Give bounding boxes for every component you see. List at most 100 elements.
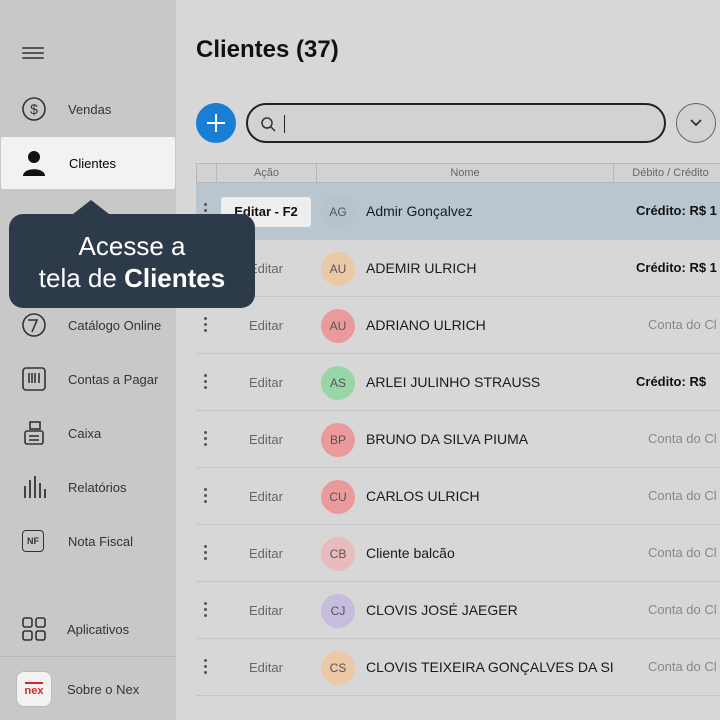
client-balance: Conta do Cl — [648, 602, 717, 617]
client-balance: Conta do Cl — [648, 488, 717, 503]
sidebar-item-label: Contas a Pagar — [68, 371, 159, 387]
sidebar-item-sobre[interactable]: nex Sobre o Nex — [0, 662, 176, 716]
edit-button[interactable]: Editar — [221, 539, 311, 569]
client-name: Cliente balcão — [366, 545, 455, 561]
edit-button[interactable]: Editar — [221, 653, 311, 683]
apps-grid-icon — [20, 615, 48, 643]
nex-logo: nex — [16, 671, 52, 707]
header-spacer — [197, 164, 217, 182]
table-row[interactable]: Editar - F2 AG Admir Gonçalvez Crédito: R$ … — [196, 183, 720, 240]
table-row[interactable]: Editar AU ADRIANO ULRICH Conta do Cl — [196, 297, 720, 354]
person-icon — [20, 149, 48, 177]
sidebar-item-relatorios[interactable]: Relatórios — [0, 460, 176, 514]
onboarding-tooltip: Acesse a tela de Clientes — [9, 200, 255, 308]
sidebar-divider — [0, 656, 176, 657]
edit-button[interactable]: Editar — [221, 311, 311, 341]
client-name: ADRIANO ULRICH — [366, 317, 486, 333]
client-balance: Crédito: R$ 1 — [636, 260, 717, 275]
edit-button[interactable]: Editar — [221, 368, 311, 398]
search-box[interactable] — [246, 103, 666, 143]
catalog-icon — [20, 311, 48, 339]
client-balance: Conta do Cl — [648, 431, 717, 446]
client-balance: Conta do Cl — [648, 317, 717, 332]
tooltip-line2-bold: Clientes — [124, 263, 226, 293]
table-row[interactable]: Editar AU ADEMIR ULRICH Crédito: R$ 1 — [196, 240, 720, 297]
sidebar-item-label: Vendas — [68, 101, 112, 117]
client-name: CLOVIS JOSÉ JAEGER — [366, 602, 518, 618]
client-balance: Crédito: R$ — [636, 374, 707, 389]
more-options-icon[interactable] — [204, 602, 208, 620]
sidebar-item-clientes[interactable]: Clientes — [1, 137, 175, 189]
table-row[interactable]: Editar CJ CLOVIS JOSÉ JAEGER Conta do Cl — [196, 582, 720, 639]
header-nome[interactable]: Nome — [317, 164, 614, 182]
table-row[interactable]: Editar AS ARLEI JULINHO STRAUSS Crédito: R$ — [196, 354, 720, 411]
dollar-circle-icon: $ — [20, 95, 48, 123]
avatar: AS — [321, 366, 355, 400]
avatar: CB — [321, 537, 355, 571]
avatar: CU — [321, 480, 355, 514]
client-name: BRUNO DA SILVA PIUMA — [366, 431, 529, 447]
add-client-button[interactable] — [196, 103, 236, 143]
avatar: AU — [321, 309, 355, 343]
more-options-icon[interactable] — [204, 488, 208, 506]
header-acao: Ação — [217, 164, 317, 182]
table-header: Ação Nome Débito / Crédito — [196, 163, 720, 183]
nf-icon-text: NF — [27, 536, 39, 546]
bar-chart-icon — [20, 473, 48, 501]
client-name: CLOVIS TEIXEIRA GONÇALVES DA SILVA — [366, 659, 614, 675]
tooltip-line2-prefix: tela de — [38, 263, 125, 293]
header-debito[interactable]: Débito / Crédito — [614, 164, 720, 182]
avatar: AG — [321, 195, 355, 229]
sidebar-item-vendas[interactable]: $ Vendas — [0, 82, 176, 136]
cash-register-icon — [20, 419, 48, 447]
edit-button[interactable]: Editar — [221, 425, 311, 455]
client-name: CARLOS ULRICH — [366, 488, 480, 504]
sidebar-item-label: Aplicativos — [67, 621, 130, 637]
tooltip-line1: Acesse a — [78, 231, 186, 261]
avatar: BP — [321, 423, 355, 457]
sidebar-item-label: Caixa — [68, 425, 102, 441]
search-input[interactable] — [288, 111, 648, 135]
sidebar: $ Vendas Clientes Catálogo Online Contas… — [0, 0, 176, 720]
sidebar-item-aplicativos[interactable]: Aplicativos — [0, 602, 176, 656]
table-row[interactable]: Editar CB Cliente balcão Conta do Cl — [196, 525, 720, 582]
sidebar-item-label: Clientes — [69, 155, 116, 171]
avatar: CJ — [321, 594, 355, 628]
table-row[interactable]: Editar CU CARLOS ULRICH Conta do Cl — [196, 468, 720, 525]
sidebar-item-caixa[interactable]: Caixa — [0, 406, 176, 460]
table-row[interactable]: Editar CS CLOVIS TEIXEIRA GONÇALVES DA SIL… — [196, 639, 720, 696]
svg-text:$: $ — [30, 101, 38, 117]
more-options-icon[interactable] — [204, 545, 208, 563]
nex-logo-text: nex — [24, 681, 44, 697]
edit-button[interactable]: Editar — [221, 482, 311, 512]
sidebar-item-label: Relatórios — [68, 479, 127, 495]
more-options-icon[interactable] — [204, 431, 208, 449]
plus-icon — [207, 114, 225, 132]
filter-dropdown-button[interactable] — [676, 103, 716, 143]
client-name: ADEMIR ULRICH — [366, 260, 477, 276]
menu-icon[interactable] — [22, 44, 44, 62]
client-balance: Conta do Cl — [648, 545, 717, 560]
sidebar-item-label: Catálogo Online — [68, 317, 162, 333]
sidebar-item-contas-pagar[interactable]: Contas a Pagar — [0, 352, 176, 406]
client-name: Admir Gonçalvez — [366, 203, 473, 219]
client-balance: Conta do Cl — [648, 659, 717, 674]
search-icon — [261, 117, 276, 132]
barcode-icon — [20, 365, 48, 393]
more-options-icon[interactable] — [204, 659, 208, 677]
edit-button[interactable]: Editar — [221, 596, 311, 626]
page-title: Clientes (37) — [196, 36, 339, 63]
avatar: CS — [321, 651, 355, 685]
nf-icon: NF — [22, 530, 44, 552]
more-options-icon[interactable] — [204, 374, 208, 392]
text-cursor — [284, 115, 285, 133]
sidebar-item-label: Nota Fiscal — [68, 533, 134, 549]
table-row[interactable]: Editar BP BRUNO DA SILVA PIUMA Conta do Cl — [196, 411, 720, 468]
client-name: ARLEI JULINHO STRAUSS — [366, 374, 541, 390]
sidebar-item-label: Sobre o Nex — [67, 681, 140, 697]
tooltip-line2: tela de Clientes — [9, 262, 255, 294]
sidebar-item-nota-fiscal[interactable]: NF Nota Fiscal — [0, 514, 176, 568]
client-balance: Crédito: R$ 1 — [636, 203, 717, 218]
more-options-icon[interactable] — [204, 317, 208, 335]
chevron-down-icon — [690, 119, 702, 127]
